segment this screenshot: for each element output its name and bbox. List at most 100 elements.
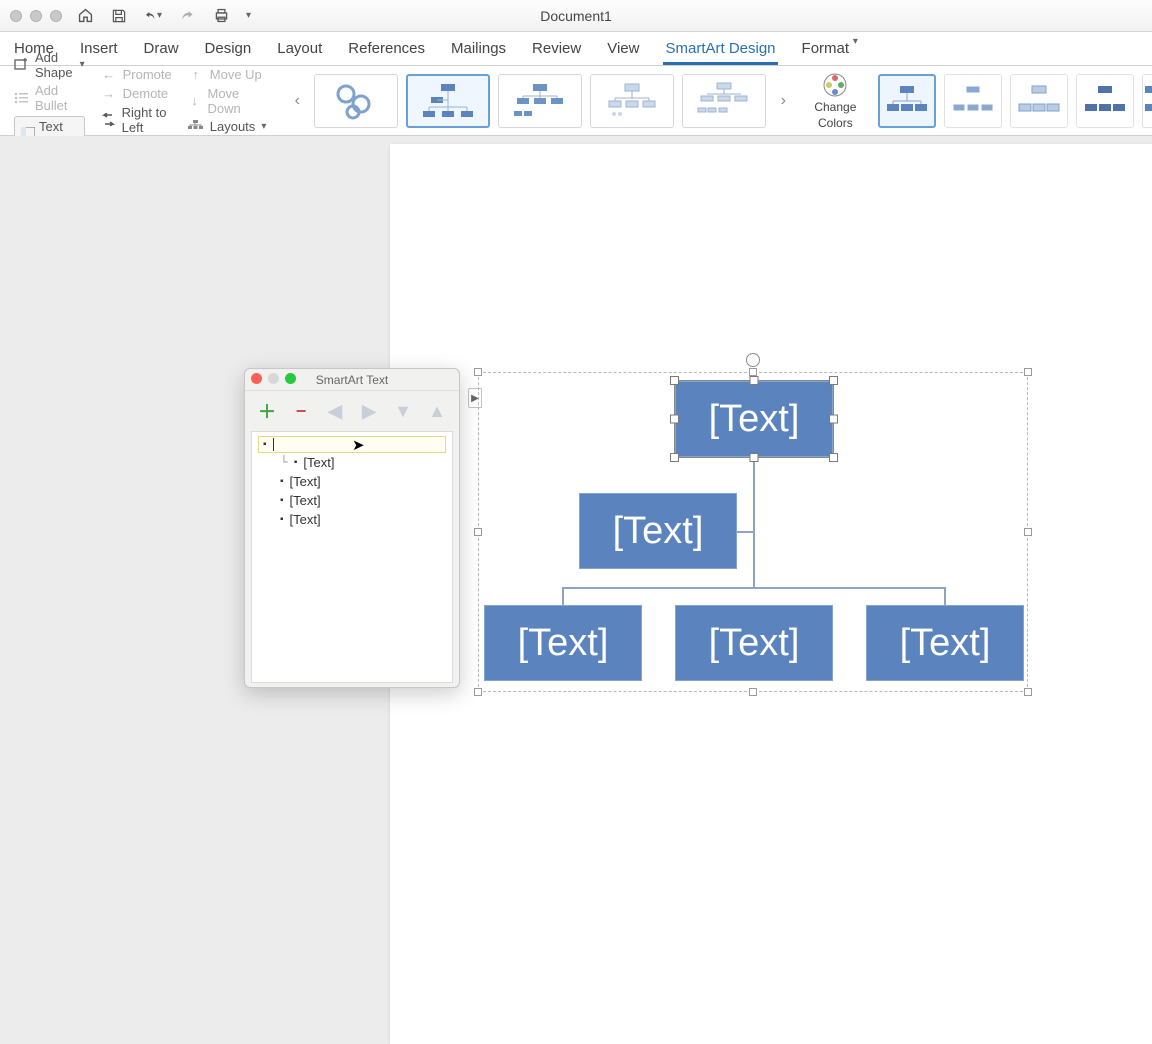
pane-title: SmartArt Text	[316, 373, 388, 387]
layouts-label: Layouts	[210, 119, 256, 134]
connector	[944, 587, 946, 607]
tab-smartart-design[interactable]: SmartArt Design	[663, 34, 777, 65]
save-icon[interactable]	[110, 7, 128, 25]
rtl-button[interactable]: Right to Left	[101, 105, 172, 135]
tab-design[interactable]: Design	[203, 34, 254, 65]
print-icon[interactable]	[212, 7, 230, 25]
resize-handle[interactable]	[474, 368, 482, 376]
resize-handle[interactable]	[1024, 528, 1032, 536]
add-bullet-icon	[14, 90, 29, 106]
undo-icon[interactable]: ▾	[144, 7, 162, 25]
rtl-label: Right to Left	[122, 105, 172, 135]
text-cursor	[273, 438, 274, 451]
gallery-next-button[interactable]: ›	[774, 71, 792, 131]
smartart-node-top[interactable]: [Text]	[675, 381, 833, 457]
pane-toolbar: ＋ − ◀ ▶ ▼ ▲	[245, 391, 459, 431]
redo-icon[interactable]	[178, 7, 196, 25]
tab-layout[interactable]: Layout	[275, 34, 324, 65]
style-option-4[interactable]	[1076, 74, 1134, 128]
add-shape-icon	[14, 57, 29, 73]
text-pane-item-text: [Text]	[303, 455, 334, 470]
style-option-1[interactable]	[878, 74, 936, 128]
ribbon-smartart-design: Add Shape ▾ Add Bullet Text Pane ←Promot…	[0, 66, 1152, 136]
smartart-frame[interactable]: [Text] [Text] [Text] [Text] [Text]	[478, 372, 1028, 692]
move-up-label: Move Up	[210, 67, 262, 82]
style-option-3[interactable]	[1010, 74, 1068, 128]
rtl-icon	[101, 112, 116, 128]
tab-mailings[interactable]: Mailings	[449, 34, 508, 65]
pane-body[interactable]: ▪ └▪ [Text] ▪ [Text] ▪ [Text] ▪ [Text]	[251, 431, 453, 683]
bullet-icon: ▪	[263, 439, 267, 450]
minimize-window-dot[interactable]	[30, 10, 42, 22]
pane-remove-icon[interactable]: −	[292, 402, 310, 420]
style-option-5[interactable]	[1142, 74, 1152, 128]
resize-handle[interactable]	[749, 368, 757, 376]
change-colors-button[interactable]: Change Colors ▾	[808, 72, 862, 130]
smartart-node-assistant[interactable]: [Text]	[579, 493, 737, 569]
pane-traffic-lights[interactable]	[251, 373, 296, 384]
layout-option-5[interactable]	[682, 74, 766, 128]
pane-add-icon[interactable]: ＋	[258, 402, 276, 420]
demote-label: Demote	[123, 86, 169, 101]
smartart-node-child[interactable]: [Text]	[866, 605, 1024, 681]
connector	[562, 587, 564, 607]
text-pane-item[interactable]: ▪ [Text]	[258, 510, 446, 529]
tab-draw[interactable]: Draw	[142, 34, 181, 65]
rotate-handle[interactable]	[746, 353, 760, 367]
pane-zoom-dot[interactable]	[285, 373, 296, 384]
window-traffic-lights[interactable]	[10, 10, 62, 22]
layouts-icon	[188, 119, 204, 135]
node-handle[interactable]	[670, 453, 679, 462]
text-pane-item[interactable]: ▪ [Text]	[258, 491, 446, 510]
node-handle[interactable]	[829, 453, 838, 462]
pane-minimize-dot[interactable]	[268, 373, 279, 384]
style-option-2[interactable]	[944, 74, 1002, 128]
add-shape-label: Add Shape	[35, 50, 74, 80]
resize-handle[interactable]	[474, 688, 482, 696]
text-pane-item-text: [Text]	[290, 512, 321, 527]
pane-movedown-icon: ▼	[394, 402, 412, 420]
zoom-window-dot[interactable]	[50, 10, 62, 22]
layouts-button[interactable]: Layouts ▾	[188, 119, 267, 135]
smartart-node-child[interactable]: [Text]	[675, 605, 833, 681]
chevron-down-icon: ▾	[261, 121, 266, 132]
bullet-icon: ▪	[280, 514, 284, 525]
node-handle[interactable]	[670, 415, 679, 424]
layout-option-1[interactable]	[314, 74, 398, 128]
gallery-prev-button[interactable]: ‹	[288, 71, 306, 131]
node-handle[interactable]	[829, 415, 838, 424]
tab-format[interactable]: Format	[800, 34, 852, 65]
layout-option-2[interactable]	[406, 74, 490, 128]
smartart-node-text: [Text]	[518, 622, 609, 665]
resize-handle[interactable]	[1024, 688, 1032, 696]
move-down-icon: ↓	[188, 93, 202, 109]
layout-option-4[interactable]	[590, 74, 674, 128]
text-pane-item[interactable]: └▪ [Text]	[258, 453, 446, 472]
home-icon[interactable]	[76, 7, 94, 25]
pane-close-dot[interactable]	[251, 373, 262, 384]
smartart-text-pane[interactable]: SmartArt Text ＋ − ◀ ▶ ▼ ▲ ▪ └▪ [Text] ▪ …	[244, 368, 460, 688]
connector	[753, 457, 755, 587]
pane-titlebar[interactable]: SmartArt Text	[245, 369, 459, 391]
resize-handle[interactable]	[474, 528, 482, 536]
tab-view[interactable]: View	[605, 34, 641, 65]
tab-references[interactable]: References	[346, 34, 427, 65]
add-shape-button[interactable]: Add Shape ▾	[14, 50, 85, 80]
layout-option-3[interactable]	[498, 74, 582, 128]
color-wheel-icon	[821, 72, 849, 98]
close-window-dot[interactable]	[10, 10, 22, 22]
node-handle[interactable]	[670, 376, 679, 385]
node-handle[interactable]	[750, 453, 759, 462]
chevron-down-icon: ▾	[80, 59, 85, 70]
node-handle[interactable]	[750, 376, 759, 385]
tab-review[interactable]: Review	[530, 34, 583, 65]
text-pane-item[interactable]: ▪ [Text]	[258, 472, 446, 491]
layout-gallery: ‹ ›	[288, 71, 792, 131]
connector-icon: └	[280, 455, 288, 470]
chevron-down-icon: ▾	[853, 36, 858, 47]
qa-customize-chevron-icon[interactable]: ▾	[246, 10, 251, 21]
node-handle[interactable]	[829, 376, 838, 385]
resize-handle[interactable]	[749, 688, 757, 696]
resize-handle[interactable]	[1024, 368, 1032, 376]
smartart-node-child[interactable]: [Text]	[484, 605, 642, 681]
